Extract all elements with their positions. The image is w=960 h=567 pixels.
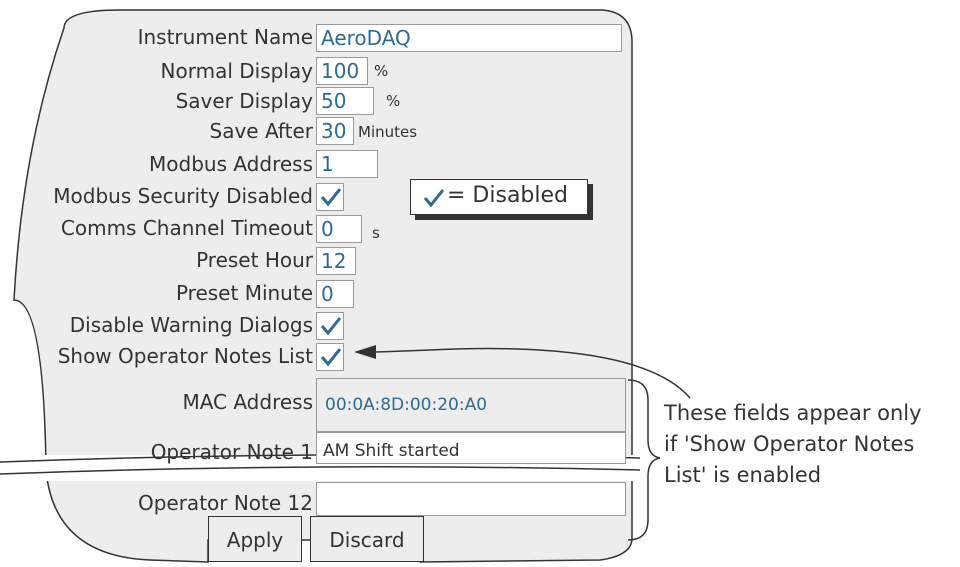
preset-hour-label: Preset Hour — [196, 248, 313, 272]
comms-channel-timeout-label: Comms Channel Timeout — [60, 216, 313, 240]
normal-display-unit: % — [374, 62, 389, 80]
annotation-line: These fields appear only — [664, 401, 922, 425]
operator-note-12-label: Operator Note 12 — [137, 491, 313, 515]
saver-display-field[interactable]: 50 — [316, 87, 374, 115]
operator-note-1-field[interactable]: AM Shift started — [316, 432, 626, 464]
show-operator-notes-list-label: Show Operator Notes List — [57, 344, 313, 368]
comms-channel-timeout-field[interactable]: 0 — [316, 215, 362, 243]
save-after-field[interactable]: 30 — [316, 117, 354, 145]
disable-warning-dialogs-checkbox[interactable] — [316, 312, 344, 340]
comms-channel-timeout-unit: s — [372, 224, 380, 242]
annotation-line: List' is enabled — [664, 463, 822, 487]
preset-minute-field[interactable]: 0 — [316, 280, 354, 308]
instrument-name-field[interactable]: AeroDAQ — [316, 24, 622, 52]
annotation-text: These fields appear only if 'Show Operat… — [664, 398, 922, 491]
checkmark-icon — [320, 348, 342, 367]
normal-display-field[interactable]: 100 — [316, 57, 368, 85]
operator-note-12-field[interactable] — [316, 482, 626, 516]
instrument-name-label: Instrument Name — [137, 25, 313, 49]
preset-hour-field[interactable]: 12 — [316, 247, 356, 275]
mac-address-field: 00:0A:8D:00:20:A0 — [316, 378, 626, 432]
apply-button[interactable]: Apply — [208, 516, 302, 562]
operator-note-1-label: Operator Note 1 — [150, 440, 313, 464]
save-after-unit: Minutes — [358, 123, 418, 141]
modbus-security-disabled-label: Modbus Security Disabled — [53, 184, 313, 208]
checkmark-icon — [320, 317, 342, 336]
preset-minute-label: Preset Minute — [175, 281, 313, 305]
discard-button[interactable]: Discard — [310, 516, 424, 562]
disable-warning-dialogs-label: Disable Warning Dialogs — [69, 313, 313, 337]
mac-address-label: MAC Address — [182, 390, 313, 414]
show-operator-notes-list-checkbox[interactable] — [316, 343, 344, 371]
annotation-line: if 'Show Operator Notes — [664, 432, 915, 456]
checkbox-legend: = Disabled — [410, 179, 588, 215]
saver-display-label: Saver Display — [175, 89, 313, 113]
saver-display-unit: % — [386, 92, 401, 110]
save-after-label: Save After — [209, 119, 313, 143]
normal-display-label: Normal Display — [160, 59, 313, 83]
checkmark-icon — [423, 189, 445, 208]
legend-text: = Disabled — [447, 183, 568, 208]
modbus-security-disabled-checkbox[interactable] — [316, 183, 344, 211]
modbus-address-field[interactable]: 1 — [316, 150, 378, 178]
modbus-address-label: Modbus Address — [149, 152, 313, 176]
checkmark-icon — [320, 188, 342, 207]
